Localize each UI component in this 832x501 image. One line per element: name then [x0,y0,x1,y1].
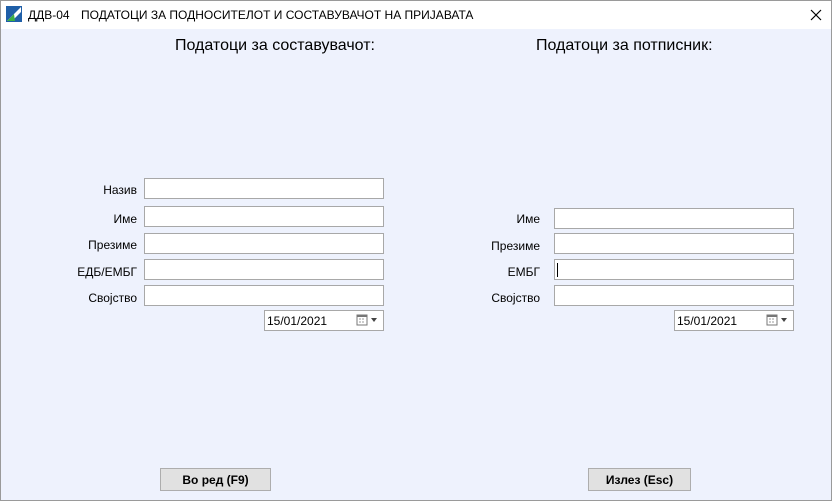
signer-date-value: 15/01/2021 [677,314,738,328]
form-content: Податоци за составувачот: Назив Име През… [1,29,831,500]
composer-firstname-input[interactable] [144,206,384,227]
calendar-dropdown-icon[interactable] [765,313,791,328]
composer-lastname-label: Презиме [88,238,137,252]
composer-lastname-input[interactable] [144,233,384,254]
ok-button[interactable]: Во ред (F9) [160,468,271,491]
signer-role-input[interactable] [554,285,794,306]
calendar-dropdown-icon[interactable] [355,313,381,328]
composer-firstname-label: Име [113,212,137,226]
close-button[interactable] [801,1,831,29]
exit-button[interactable]: Излез (Esc) [588,468,691,491]
composer-name-label: Назив [103,183,137,197]
signer-lastname-input[interactable] [554,233,794,254]
signer-date-picker[interactable]: 15/01/2021 [674,310,794,331]
text-caret [557,263,558,277]
signer-lastname-label: Презиме [491,239,540,253]
composer-heading: Податоци за составувачот: [175,37,375,54]
signer-embg-input[interactable] [554,259,794,280]
dialog-window: ДДВ-04 ПОДАТОЦИ ЗА ПОДНОСИТЕЛОТ И СОСТАВ… [0,0,832,501]
window-title: ПОДАТОЦИ ЗА ПОДНОСИТЕЛОТ И СОСТАВУВАЧОТ … [81,8,474,22]
title-bar: ДДВ-04 ПОДАТОЦИ ЗА ПОДНОСИТЕЛОТ И СОСТАВ… [1,1,831,29]
signer-role-label: Својство [491,291,540,305]
window-code: ДДВ-04 [28,8,70,22]
signer-firstname-label: Име [516,212,540,226]
composer-role-input[interactable] [144,285,384,306]
composer-date-value: 15/01/2021 [267,314,328,328]
composer-edb-label: ЕДБ/ЕМБГ [77,265,137,279]
composer-edb-input[interactable] [144,259,384,280]
app-logo-icon [6,6,22,22]
composer-role-label: Својство [88,291,137,305]
composer-name-input[interactable] [144,178,384,199]
signer-firstname-input[interactable] [554,208,794,229]
signer-embg-label: ЕМБГ [507,265,540,279]
close-icon [810,9,822,21]
composer-date-picker[interactable]: 15/01/2021 [264,310,384,331]
signer-heading: Податоци за потписник: [536,37,713,54]
